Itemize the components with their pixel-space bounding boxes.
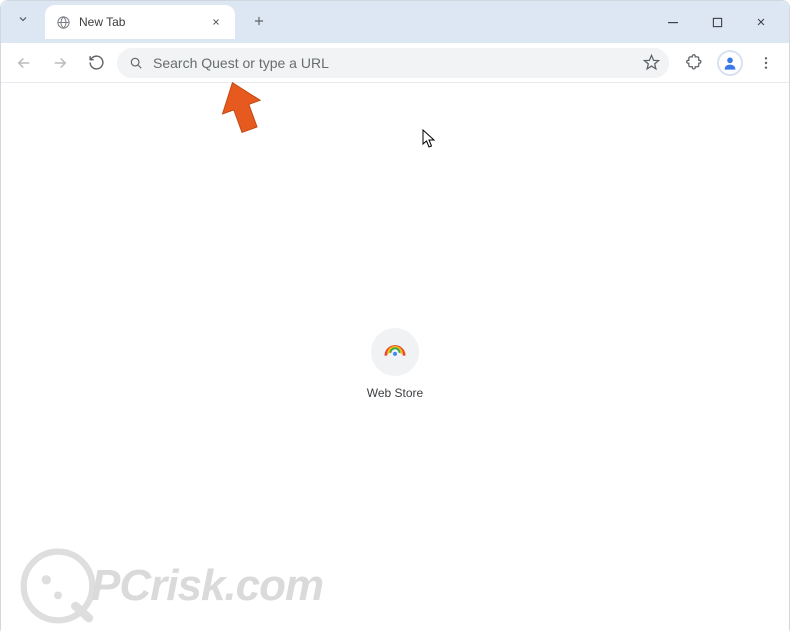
toolbar: Search Quest or type a URL [1, 43, 789, 83]
omnibox-placeholder: Search Quest or type a URL [153, 55, 629, 71]
new-tab-button[interactable] [245, 7, 273, 35]
close-tab-button[interactable] [207, 13, 225, 31]
omnibox[interactable]: Search Quest or type a URL [117, 48, 669, 78]
extensions-button[interactable] [679, 48, 709, 78]
back-button[interactable] [9, 48, 39, 78]
watermark: PCrisk.com [19, 547, 323, 625]
web-store-icon [384, 341, 406, 363]
shortcut-label: Web Store [367, 386, 423, 400]
watermark-logo-icon [19, 547, 97, 625]
forward-button[interactable] [45, 48, 75, 78]
tab-title: New Tab [79, 15, 207, 29]
shortcut-icon-circle [371, 328, 419, 376]
close-window-button[interactable] [751, 12, 771, 32]
menu-button[interactable] [751, 48, 781, 78]
shortcut-web-store[interactable]: Web Store [345, 328, 445, 400]
tab-newtab[interactable]: New Tab [45, 5, 235, 39]
globe-icon [55, 14, 71, 30]
titlebar: New Tab [1, 1, 789, 43]
maximize-button[interactable] [707, 12, 727, 32]
content-area: Web Store PCrisk.com [1, 83, 789, 637]
profile-button[interactable] [717, 50, 743, 76]
search-icon [129, 56, 143, 70]
bookmark-button[interactable] [639, 51, 663, 75]
minimize-button[interactable] [663, 12, 683, 32]
watermark-text: PCrisk.com [91, 561, 323, 611]
search-tabs-button[interactable] [9, 5, 37, 33]
reload-button[interactable] [81, 48, 111, 78]
